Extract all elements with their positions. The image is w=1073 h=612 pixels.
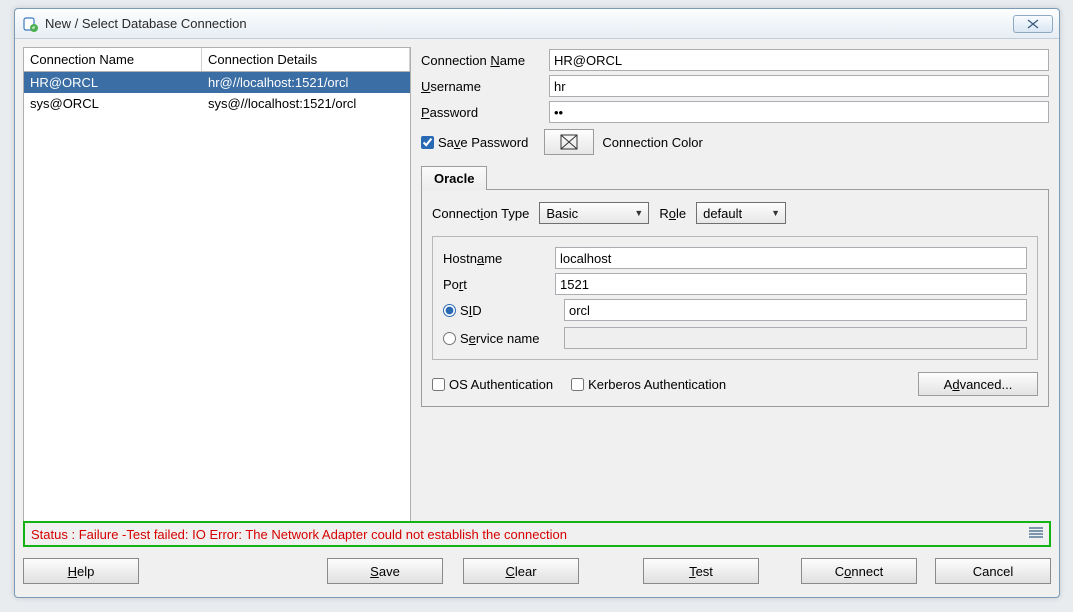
kerberos-auth-checkbox[interactable]	[571, 378, 584, 391]
col-header-details: Connection Details	[202, 48, 410, 71]
conn-name-label: Connection Name	[421, 53, 549, 68]
test-button[interactable]: Test	[643, 558, 759, 584]
content-area: Connection Name Connection Details HR@OR…	[23, 47, 1051, 541]
connection-color-label: Connection Color	[602, 135, 702, 150]
hostname-input[interactable]	[555, 247, 1027, 269]
conn-type-label: Connection Type	[432, 206, 529, 221]
tab-content: Connection Type Basic Role default Hostn…	[421, 189, 1049, 407]
os-auth-checkbox[interactable]	[432, 378, 445, 391]
sid-radio[interactable]	[443, 304, 456, 317]
app-icon	[21, 15, 39, 33]
role-select[interactable]: default	[696, 202, 786, 224]
dialog-window: New / Select Database Connection Connect…	[14, 8, 1060, 598]
tab-oracle[interactable]: Oracle	[421, 166, 487, 190]
sid-label: SID	[460, 303, 564, 318]
save-password-label: Save Password	[438, 135, 528, 150]
os-auth-label: OS Authentication	[449, 377, 553, 392]
status-bar: Status : Failure -Test failed: IO Error:…	[23, 521, 1051, 547]
table-row[interactable]: sys@ORCL sys@//localhost:1521/orcl	[24, 93, 410, 114]
save-button[interactable]: Save	[327, 558, 443, 584]
port-input[interactable]	[555, 273, 1027, 295]
status-message: Status : Failure -Test failed: IO Error:…	[31, 527, 1029, 542]
conn-name-input[interactable]	[549, 49, 1049, 71]
help-button[interactable]: Help	[23, 558, 139, 584]
clear-button[interactable]: Clear	[463, 558, 579, 584]
port-label: Port	[443, 277, 555, 292]
service-name-label: Service name	[460, 331, 564, 346]
cell-conn-name: HR@ORCL	[24, 72, 202, 93]
sid-input[interactable]	[564, 299, 1027, 321]
status-list-icon[interactable]	[1029, 527, 1043, 542]
close-button[interactable]	[1013, 15, 1053, 33]
cell-conn-name: sys@ORCL	[24, 93, 202, 114]
password-input[interactable]	[549, 101, 1049, 123]
kerberos-auth-label: Kerberos Authentication	[588, 377, 726, 392]
details-panel: Connection Name Username Password Save P…	[421, 47, 1051, 541]
col-header-name: Connection Name	[24, 48, 202, 71]
button-bar: Help Save Clear Test Connect Cancel	[23, 553, 1051, 589]
window-title: New / Select Database Connection	[45, 16, 1013, 31]
conn-type-select[interactable]: Basic	[539, 202, 649, 224]
cell-conn-details: sys@//localhost:1521/orcl	[202, 93, 410, 114]
hostname-label: Hostname	[443, 251, 555, 266]
username-input[interactable]	[549, 75, 1049, 97]
tab-strip: Oracle Connection Type Basic Role defaul…	[421, 165, 1049, 407]
role-label: Role	[659, 206, 686, 221]
connection-color-button[interactable]	[544, 129, 594, 155]
password-label: Password	[421, 105, 549, 120]
table-row[interactable]: HR@ORCL hr@//localhost:1521/orcl	[24, 72, 410, 93]
cell-conn-details: hr@//localhost:1521/orcl	[202, 72, 410, 93]
cancel-button[interactable]: Cancel	[935, 558, 1051, 584]
service-name-radio[interactable]	[443, 332, 456, 345]
connection-list[interactable]: Connection Name Connection Details HR@OR…	[23, 47, 411, 541]
title-bar: New / Select Database Connection	[15, 9, 1059, 39]
save-password-checkbox[interactable]	[421, 136, 434, 149]
advanced-button[interactable]: Advanced...	[918, 372, 1038, 396]
service-name-input	[564, 327, 1027, 349]
connect-button[interactable]: Connect	[801, 558, 917, 584]
table-header: Connection Name Connection Details	[24, 48, 410, 72]
username-label: Username	[421, 79, 549, 94]
connection-details-box: Hostname Port SID	[432, 236, 1038, 360]
